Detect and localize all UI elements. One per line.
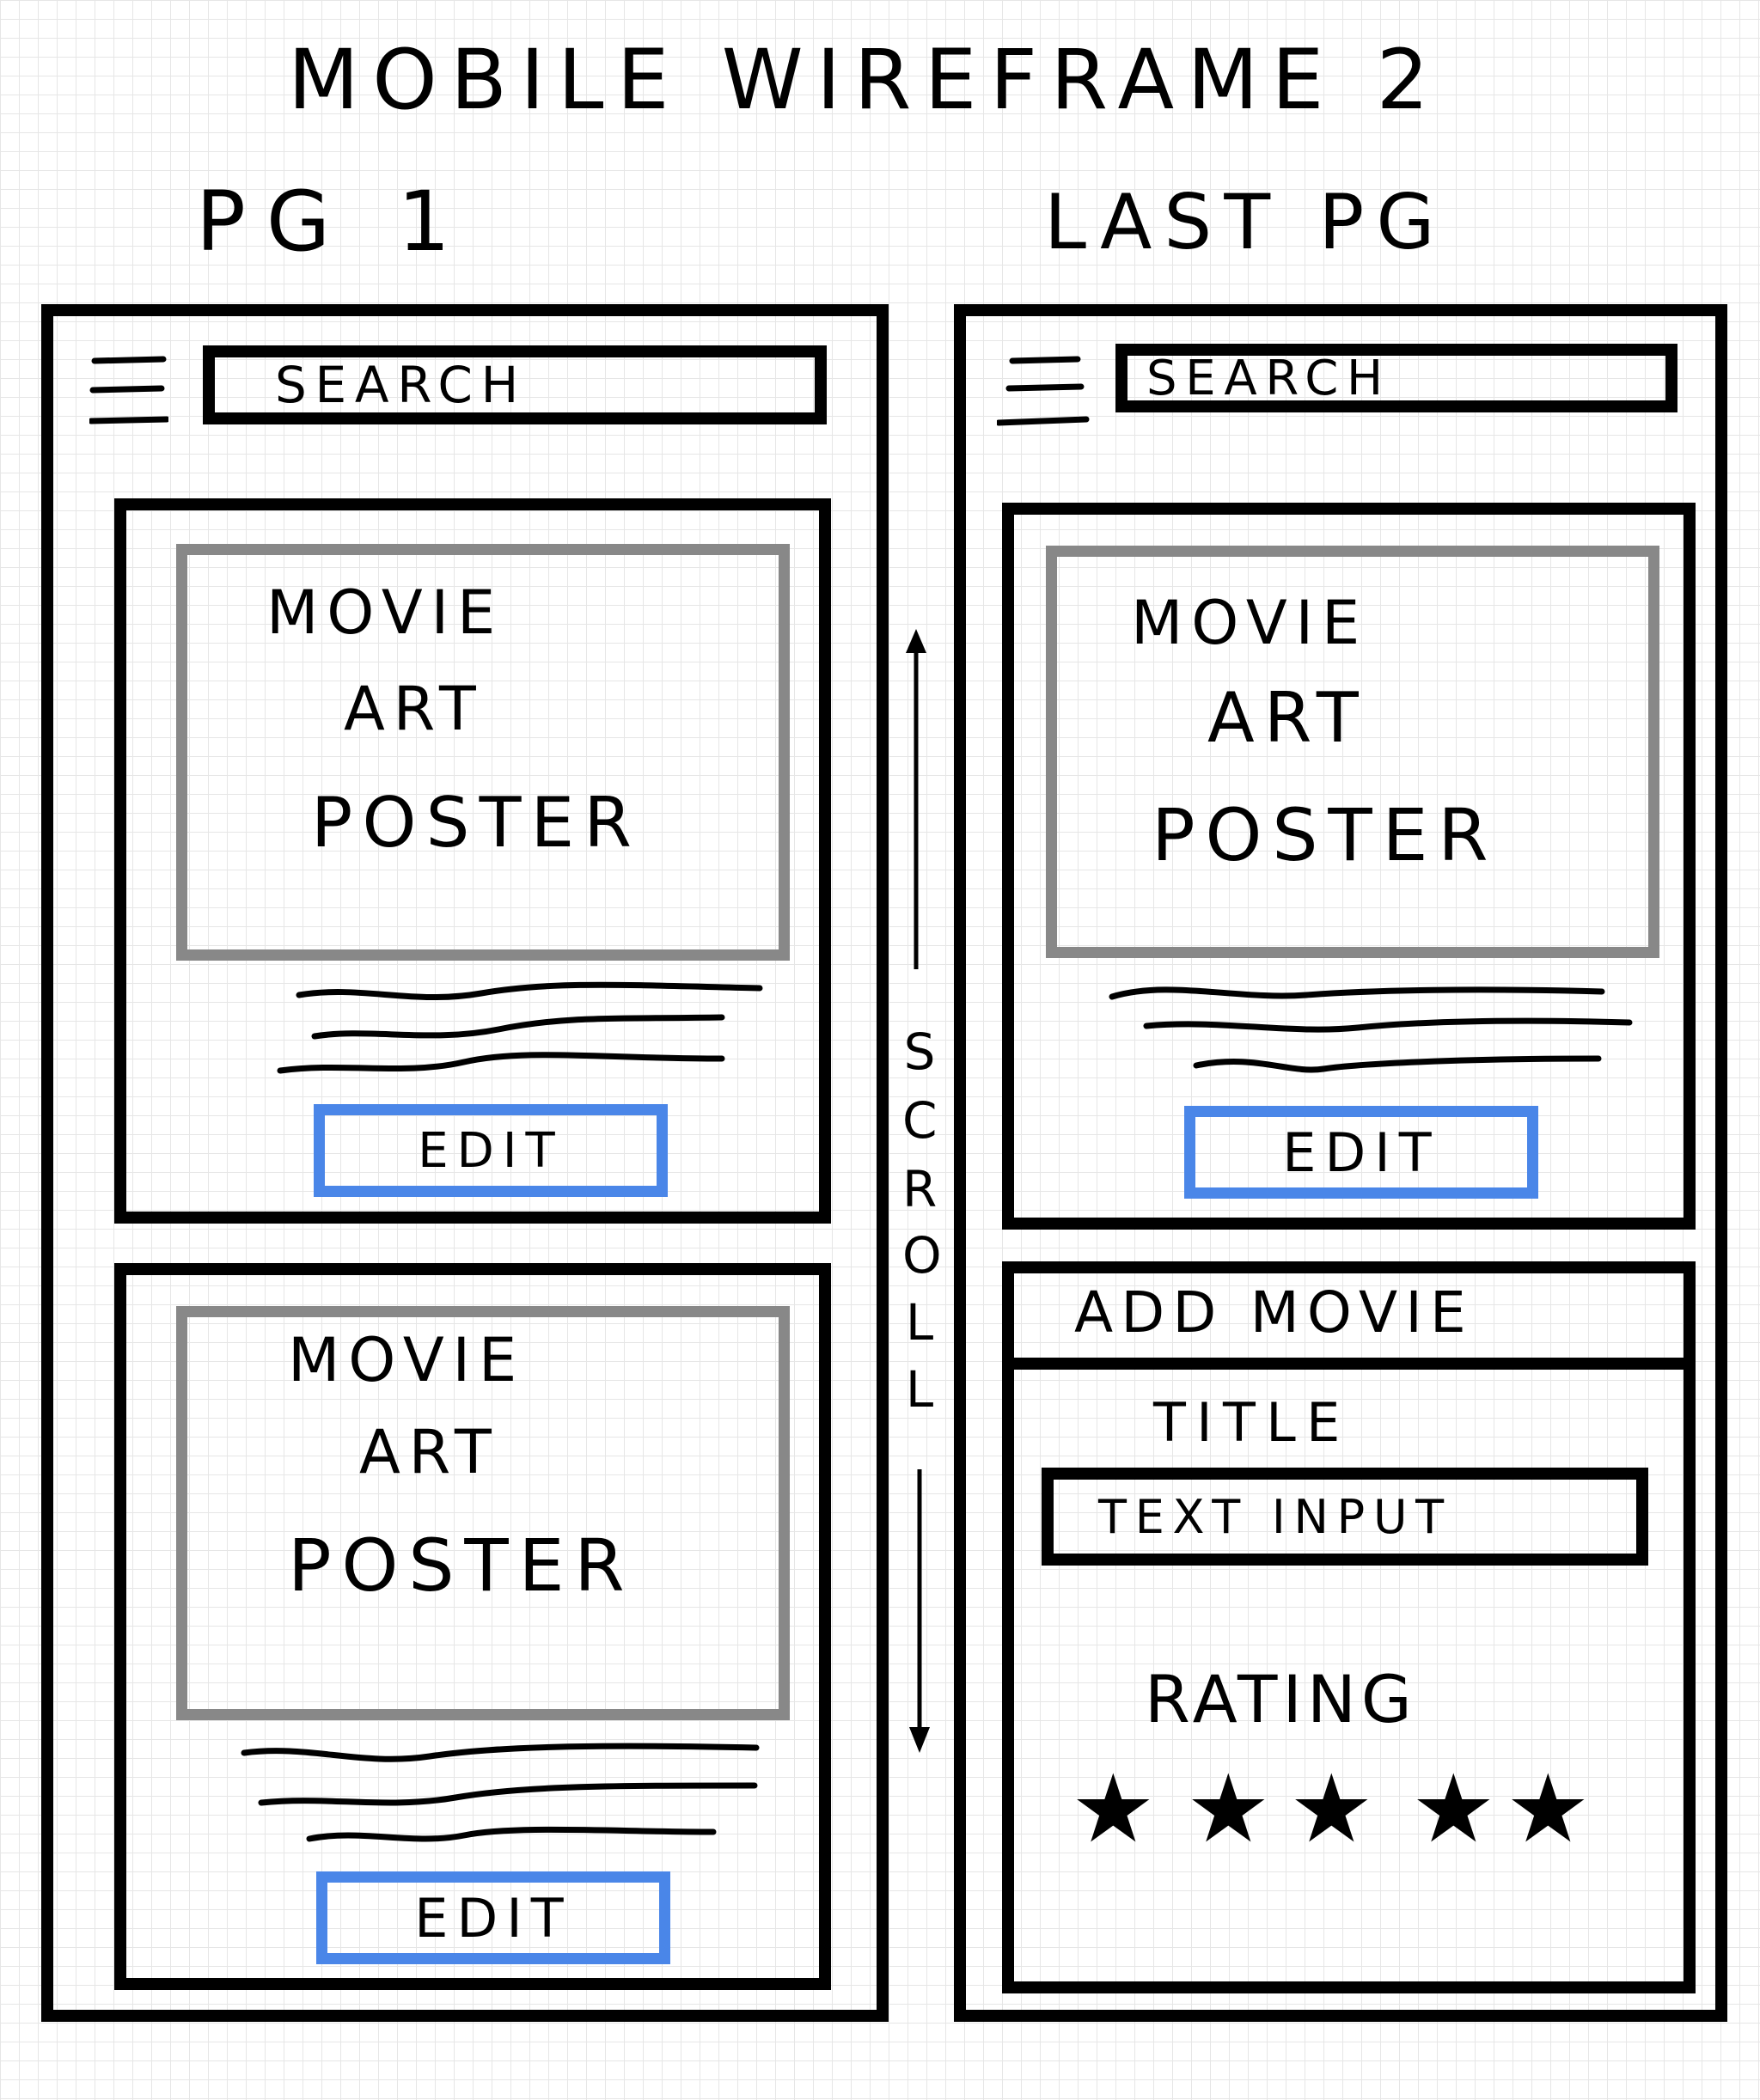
double-arrow-icon bbox=[906, 629, 930, 1753]
description-squiggles bbox=[1109, 986, 1633, 1073]
sketch-overlay bbox=[241, 629, 1633, 1842]
description-squiggles bbox=[277, 981, 763, 1074]
description-squiggles bbox=[241, 1743, 760, 1842]
